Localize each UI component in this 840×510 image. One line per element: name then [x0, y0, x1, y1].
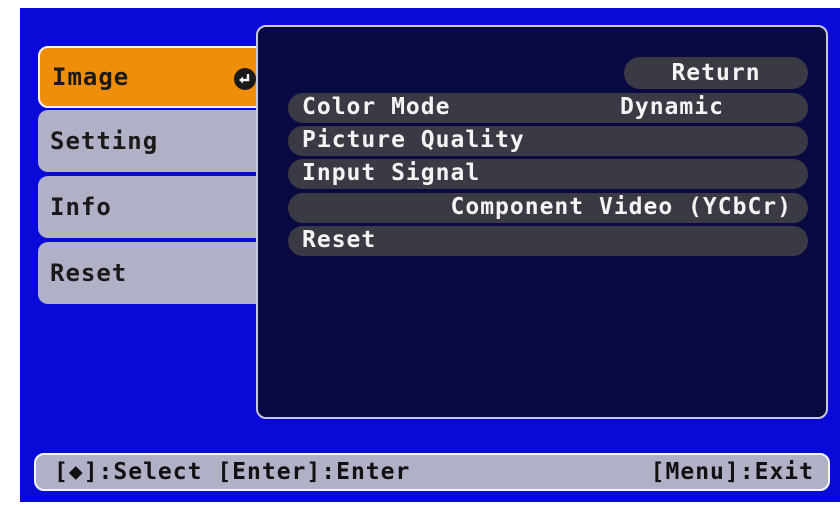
tab-reset[interactable]: Reset — [38, 242, 270, 304]
tab-info[interactable]: Info — [38, 176, 270, 238]
tab-setting[interactable]: Setting — [38, 110, 270, 172]
return-button[interactable]: Return — [624, 57, 808, 89]
menu-item-input-signal[interactable]: Input Signal — [288, 159, 808, 189]
tab-label: Reset — [50, 259, 128, 287]
help-select-enter: [◆]:Select [Enter]:Enter — [54, 459, 411, 485]
image-settings-panel: Return Color Mode Dynamic Picture Qualit… — [256, 25, 828, 419]
help-bar: [◆]:Select [Enter]:Enter [Menu]:Exit — [34, 453, 830, 491]
projector-menu-screen: Image Setting Info Reset Return Color Mo… — [20, 8, 840, 502]
help-exit: [Menu]:Exit — [650, 459, 814, 485]
menu-item-color-mode[interactable]: Color Mode Dynamic — [288, 93, 808, 123]
tab-label: Info — [50, 193, 112, 221]
menu-item-label: Picture Quality — [302, 127, 525, 153]
enter-return-icon — [234, 68, 256, 90]
menu-item-picture-quality[interactable]: Picture Quality — [288, 126, 808, 156]
menu-item-label: Color Mode — [302, 94, 451, 120]
color-mode-value: Dynamic — [620, 94, 724, 120]
menu-item-reset[interactable]: Reset — [288, 226, 808, 256]
return-label: Return — [671, 60, 761, 86]
tab-label: Image — [52, 63, 130, 91]
menu-item-label: Input Signal — [302, 160, 481, 186]
menu-item-label: Reset — [302, 227, 377, 253]
input-signal-value: Component Video (YCbCr) — [450, 194, 792, 220]
input-signal-value-row: Component Video (YCbCr) — [288, 193, 808, 223]
tab-label: Setting — [50, 127, 159, 155]
tab-image[interactable]: Image — [38, 46, 270, 108]
